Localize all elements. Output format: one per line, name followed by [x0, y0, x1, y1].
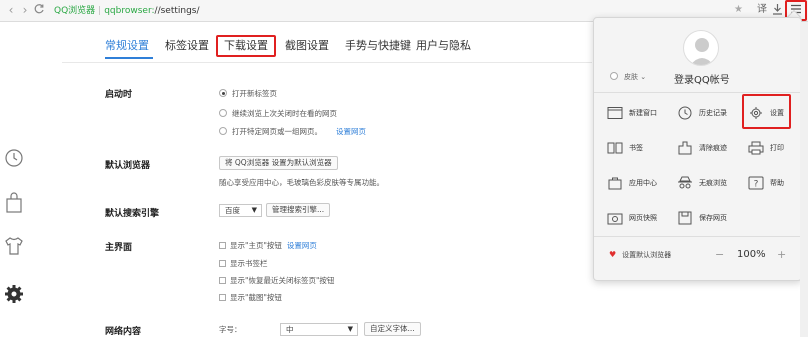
custom-font-button[interactable]: 自定义字体... — [364, 322, 421, 336]
home-option-screenshot[interactable]: 显示"截图"按钮 — [219, 292, 282, 303]
startup-title: 启动时 — [105, 90, 133, 100]
help-icon: ? — [748, 176, 764, 190]
dropdown-arrow-icon: ▼ — [251, 206, 257, 214]
print-icon — [748, 141, 764, 155]
radio-icon[interactable] — [219, 127, 227, 135]
zoom-out-button[interactable]: − — [715, 248, 724, 262]
chevron-down-icon: ⌄ — [640, 73, 647, 81]
address-brand: QQ浏览器 — [54, 6, 96, 16]
web-content-title: 网络内容 — [105, 327, 142, 337]
browser-window: ‹ › QQ浏览器 | qqbrowser://settings/ ★ 译 常规… — [0, 0, 808, 337]
startup-option-newtab[interactable]: 打开新标签页 — [219, 88, 277, 99]
clear-icon — [678, 141, 692, 155]
search-engine-title: 默认搜索引擎 — [105, 209, 160, 219]
clock-icon[interactable] — [4, 148, 24, 168]
login-qq-account[interactable]: 登录QQ帐号 — [674, 71, 730, 86]
tab-privacy[interactable]: 用户与隐私 — [416, 38, 471, 54]
avatar[interactable] — [683, 30, 719, 66]
home-option-restore[interactable]: 显示"恢复最近关闭标签页"按钮 — [219, 275, 334, 286]
snapshot-icon — [607, 213, 623, 225]
set-pages-link[interactable]: 设置网页 — [336, 127, 366, 136]
address-path: //settings/ — [154, 6, 200, 16]
tabs-divider — [62, 62, 592, 63]
translate-button[interactable]: 译 — [757, 3, 767, 17]
font-size-label: 字号： — [219, 325, 242, 334]
skin-color-icon — [610, 72, 618, 80]
checkbox-icon[interactable] — [219, 294, 226, 301]
tab-active-underline — [105, 57, 153, 59]
radio-icon[interactable] — [219, 109, 227, 117]
font-size-select[interactable]: 中 ▼ — [280, 323, 358, 336]
set-default-browser-button[interactable]: 将 QQ浏览器 设置为默认浏览器 — [219, 156, 338, 170]
page-scrollbar[interactable] — [800, 22, 808, 337]
home-title: 主界面 — [105, 243, 133, 253]
default-browser-note: 随心享受应用中心，毛玻璃色彩皮肤等专属功能。 — [219, 178, 384, 187]
incognito-icon — [678, 176, 692, 189]
radio-selected-icon[interactable] — [219, 89, 227, 97]
back-icon[interactable]: ‹ — [4, 3, 18, 17]
menu-divider — [594, 92, 801, 93]
startup-option-specific[interactable]: 打开特定网页或一组网页。 设置网页 — [219, 126, 366, 137]
tab-tabs[interactable]: 标签设置 — [165, 38, 209, 54]
search-engine-select[interactable]: 百度 ▼ — [219, 204, 262, 217]
tab-shortcuts[interactable]: 手势与快捷键 — [345, 38, 411, 54]
menu-set-default-browser[interactable]: ♥ 设置默认浏览器 — [609, 249, 671, 261]
dropdown-arrow-icon: ▼ — [347, 325, 353, 333]
checkbox-icon[interactable] — [219, 242, 226, 249]
star-icon[interactable]: ★ — [734, 3, 743, 17]
manage-search-engines-button[interactable]: 管理搜索引擎... — [266, 203, 331, 217]
left-sidebar — [0, 22, 30, 337]
checkbox-icon[interactable] — [219, 277, 226, 284]
shirt-icon[interactable] — [4, 236, 24, 256]
app-center-icon — [608, 177, 622, 190]
set-home-link[interactable]: 设置网页 — [287, 241, 317, 250]
save-page-icon — [678, 211, 692, 225]
zoom-level: 100% — [737, 249, 766, 260]
svg-text:?: ? — [754, 180, 759, 190]
checkbox-icon[interactable] — [219, 260, 226, 267]
new-window-icon — [607, 107, 623, 119]
tab-screenshot[interactable]: 截图设置 — [285, 38, 329, 54]
menu-divider — [594, 236, 801, 237]
tab-general[interactable]: 常规设置 — [105, 38, 149, 54]
home-option-homebutton[interactable]: 显示"主页"按钮 设置网页 — [219, 240, 317, 251]
home-option-bookmarks[interactable]: 显示书签栏 — [219, 258, 268, 269]
skin-selector[interactable]: 皮肤 ⌄ — [610, 72, 646, 82]
zoom-in-button[interactable]: + — [777, 248, 786, 262]
heart-icon: ♥ — [609, 250, 617, 259]
gear-icon[interactable] — [4, 284, 24, 304]
bookmark-icon — [607, 142, 623, 154]
startup-option-continue[interactable]: 继续浏览上次关闭时在看的网页 — [219, 108, 337, 119]
refresh-icon[interactable] — [32, 3, 46, 17]
address-bar[interactable]: QQ浏览器 | qqbrowser://settings/ — [54, 3, 200, 19]
address-scheme: qqbrowser: — [104, 6, 155, 16]
settings-item-highlight — [742, 94, 791, 129]
forward-icon[interactable]: › — [18, 3, 32, 17]
bag-icon[interactable] — [4, 192, 24, 213]
history-icon — [678, 106, 692, 120]
download-tab-highlight — [216, 35, 276, 57]
default-browser-title: 默认浏览器 — [105, 161, 151, 171]
